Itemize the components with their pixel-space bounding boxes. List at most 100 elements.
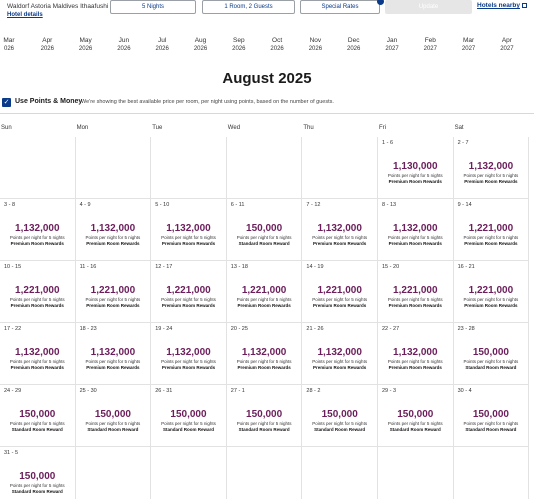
- points-sublabel: Points per night for 5 nights: [312, 359, 368, 364]
- points-price: 1,221,000: [15, 285, 60, 296]
- month-tab[interactable]: Aug 2026: [183, 37, 219, 53]
- reward-type: Premium Room Rewards: [313, 241, 367, 246]
- calendar-day-cell[interactable]: 20 - 25 1,132,000 Points per night for 5 n…: [226, 323, 303, 385]
- reward-type: Premium Room Rewards: [10, 303, 64, 308]
- calendar-day-cell[interactable]: 21 - 26 1,132,000 Points per night for 5 n…: [302, 323, 378, 385]
- calendar-day-cell[interactable]: 8 - 13 1,132,000 Points per night for 5 ni…: [378, 199, 454, 261]
- reward-type: Standard Room Reward: [11, 489, 63, 494]
- points-price: 150,000: [246, 223, 283, 234]
- calendar-day-cell[interactable]: 28 - 2 150,000 Points per night for 5 nigh…: [302, 385, 378, 447]
- calendar-day-cell[interactable]: 31 - 5 150,000 Points per night for 5 nigh…: [0, 447, 76, 499]
- calendar-day-cell[interactable]: 7 - 12 1,132,000 Points per night for 5 ni…: [302, 199, 378, 261]
- calendar-day-cell[interactable]: 18 - 23 1,132,000 Points per night for 5 n…: [75, 323, 152, 385]
- reward-type: Standard Room Reward: [11, 427, 63, 432]
- month-tab[interactable]: Jan 2027: [374, 37, 410, 53]
- reward-type: Premium Room Rewards: [161, 365, 216, 370]
- points-price: 1,221,000: [241, 285, 287, 296]
- calendar-day-cell[interactable]: 2 - 7 1,132,000 Points per night for 5 nig…: [453, 137, 530, 199]
- points-sublabel: Points per night for 5 nights: [9, 359, 65, 364]
- weekday-label: Wed: [227, 125, 241, 131]
- month-tab[interactable]: Oct 2026: [259, 37, 295, 53]
- use-points-checkbox[interactable]: ✓: [2, 98, 11, 107]
- rooms-guests-selector[interactable]: 1 Room, 2 Guests: [202, 0, 295, 14]
- calendar-day-cell[interactable]: 16 - 21 1,221,000 Points per night for 5 n…: [453, 261, 530, 323]
- date-range: 22 - 27: [382, 326, 400, 332]
- points-sublabel: Points per night for 5 nights: [236, 421, 292, 426]
- calendar-day-cell[interactable]: 10 - 15 1,221,000 Points per night for 5 n…: [0, 261, 76, 323]
- reward-type: Premium Room Rewards: [237, 303, 291, 308]
- points-price: 1,132,000: [317, 223, 362, 234]
- date-range: 18 - 23: [79, 326, 97, 332]
- calendar-day-cell[interactable]: 30 - 4 150,000 Points per night for 5 nigh…: [453, 385, 530, 447]
- calendar-day-cell[interactable]: 4 - 9 1,132,000 Points per night for 5 nig…: [75, 199, 152, 261]
- month-year: 2026: [40, 46, 54, 52]
- calendar-day-cell[interactable]: 1 - 6 1,130,000 Points per night for 5 nig…: [378, 137, 454, 199]
- calendar-day-cell[interactable]: 11 - 16 1,221,000 Points per night for 5 n…: [75, 261, 152, 323]
- calendar-day-cell[interactable]: 26 - 31 150,000 Points per night for 5 nig…: [151, 385, 227, 447]
- points-sublabel: Points per night for 5 nights: [463, 173, 519, 178]
- calendar-day-cell[interactable]: 19 - 24 1,132,000 Points per night for 5 n…: [151, 323, 227, 385]
- calendar-day-cell[interactable]: 13 - 18 1,221,000 Points per night for 5 n…: [226, 261, 303, 323]
- calendar-day-cell[interactable]: 3 - 8 1,132,000 Points per night for 5 nig…: [0, 199, 76, 261]
- calendar-day-cell[interactable]: 17 - 22 1,132,000 Points per night for 5 n…: [0, 323, 76, 385]
- points-price: 1,132,000: [317, 347, 362, 358]
- calendar-day-cell[interactable]: 15 - 20 1,221,000 Points per night for 5 n…: [378, 261, 454, 323]
- calendar-day-cell[interactable]: 29 - 3 150,000 Points per night for 5 nigh…: [378, 385, 454, 447]
- nights-selector[interactable]: 5 Nights: [110, 0, 196, 14]
- calendar-day-cell[interactable]: 23 - 28 150,000 Points per night for 5 nig…: [453, 323, 530, 385]
- calendar-day-cell[interactable]: 24 - 29 150,000 Points per night for 5 nig…: [0, 385, 76, 447]
- weekday-label: Mon: [76, 125, 89, 131]
- date-range: 4 - 9: [79, 202, 91, 208]
- month-name: Oct: [272, 37, 283, 44]
- month-selector: Mar 026 Apr 2026 May 2026 Jun 2026 Jul 2026 Aug 202…: [0, 37, 534, 57]
- date-range: 14 - 19: [306, 264, 324, 270]
- month-name: Sep: [233, 37, 245, 44]
- use-points-label[interactable]: Use Points & Money: [15, 98, 82, 105]
- month-tab[interactable]: Apr 2027: [489, 37, 525, 53]
- reward-type: Standard Room Reward: [465, 365, 517, 370]
- month-tab[interactable]: Sep 2026: [221, 37, 257, 53]
- reward-type: Premium Room Rewards: [388, 179, 442, 184]
- points-price: 1,221,000: [90, 285, 136, 296]
- month-tab[interactable]: Mar 026: [0, 37, 27, 53]
- date-range: 16 - 21: [457, 264, 475, 270]
- points-sublabel: Points per night for 5 nights: [85, 359, 141, 364]
- month-year: 2026: [193, 46, 208, 52]
- calendar-day-cell[interactable]: 25 - 30 150,000 Points per night for 5 nig…: [75, 385, 152, 447]
- calendar-day-cell[interactable]: 27 - 1 150,000 Points per night for 5 nigh…: [226, 385, 303, 447]
- calendar-day-cell[interactable]: 14 - 19 1,221,000 Points per night for 5 n…: [302, 261, 378, 323]
- month-tab[interactable]: Mar 2027: [451, 37, 487, 53]
- empty-day-cell: [302, 447, 378, 499]
- booking-bar: Waldorf Astoria Maldives Ithaafushi Hote…: [0, 0, 534, 22]
- calendar-day-cell[interactable]: 6 - 11 150,000 Points per night for 5 nigh…: [226, 199, 303, 261]
- reward-type: Premium Room Rewards: [313, 365, 367, 370]
- month-tab[interactable]: Jul 2026: [144, 37, 180, 53]
- month-tab[interactable]: May 2026: [68, 37, 104, 53]
- update-button[interactable]: Update: [385, 0, 472, 14]
- month-tab[interactable]: Jun 2026: [106, 37, 142, 53]
- calendar-day-cell[interactable]: 12 - 17 1,221,000 Points per night for 5 n…: [151, 261, 227, 323]
- month-tab[interactable]: Feb 2027: [412, 37, 448, 53]
- hotels-nearby-link[interactable]: Hotels nearby: [477, 2, 527, 9]
- date-range: 5 - 10: [155, 202, 170, 208]
- month-name: Nov: [309, 37, 322, 44]
- month-tab[interactable]: Nov 2026: [297, 37, 333, 53]
- points-sublabel: Points per night for 5 nights: [161, 421, 216, 426]
- calendar-day-cell[interactable]: 5 - 10 1,132,000 Points per night for 5 ni…: [151, 199, 227, 261]
- month-year: 2026: [347, 46, 361, 52]
- month-tab[interactable]: Apr 2026: [29, 37, 65, 53]
- points-sublabel: Points per night for 5 nights: [161, 297, 216, 302]
- date-range: 9 - 14: [457, 202, 472, 208]
- month-year: 2027: [461, 46, 476, 52]
- hotel-details-link[interactable]: Hotel details: [7, 12, 43, 18]
- date-range: 1 - 6: [382, 140, 394, 146]
- reward-type: Premium Room Rewards: [388, 303, 442, 308]
- date-range: 29 - 3: [382, 388, 397, 394]
- month-year: 026: [3, 46, 14, 52]
- month-tab[interactable]: Dec 2026: [336, 37, 372, 53]
- calendar-day-cell[interactable]: 22 - 27 1,132,000 Points per night for 5 n…: [378, 323, 454, 385]
- month-name: Feb: [424, 37, 436, 44]
- special-rates-selector[interactable]: Special Rates: [300, 0, 380, 14]
- calendar-day-cell[interactable]: 9 - 14 1,221,000 Points per night for 5 ni…: [453, 199, 530, 261]
- month-name: Apr: [42, 37, 53, 44]
